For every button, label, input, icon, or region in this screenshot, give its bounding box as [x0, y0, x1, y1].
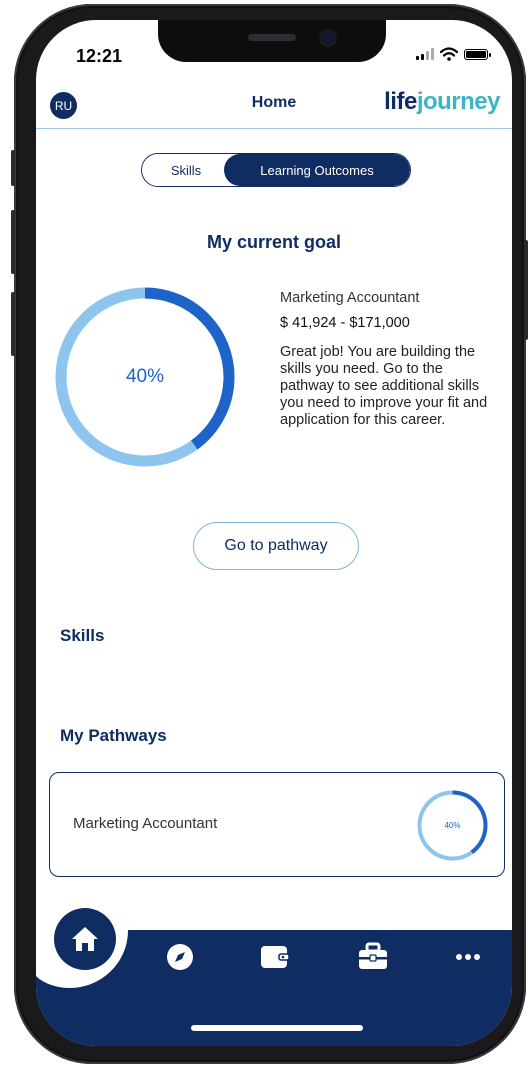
goal-message: Great job! You are building the skills y…	[280, 344, 488, 428]
screen: 12:21 RU Home lifejourney Skills Learnin…	[36, 20, 512, 1046]
more-icon	[456, 954, 480, 960]
wifi-icon	[440, 47, 458, 61]
briefcase-icon	[359, 942, 387, 969]
segment-skills[interactable]: Skills	[142, 154, 230, 186]
tab-wallet[interactable]	[258, 940, 292, 974]
logo-part1: life	[384, 88, 417, 115]
pathway-name: Marketing Accountant	[73, 815, 218, 832]
camera	[321, 31, 335, 45]
logo-part2: journey	[416, 88, 501, 115]
power-button	[524, 240, 528, 340]
segment-learning-outcomes[interactable]: Learning Outcomes	[224, 154, 410, 186]
wallet-icon	[261, 946, 290, 968]
speaker	[248, 34, 296, 41]
status-icons	[416, 47, 491, 61]
status-time: 12:21	[76, 46, 123, 66]
compass-icon	[167, 944, 193, 970]
battery-icon	[464, 48, 491, 60]
app-header: RU Home lifejourney	[36, 84, 512, 129]
home-icon	[72, 927, 98, 951]
goal-progress-label: 40%	[125, 366, 165, 387]
lifejourney-logo: lifejourney	[384, 88, 500, 116]
pathway-card[interactable]: Marketing Accountant 40%	[49, 772, 505, 877]
side-button	[11, 150, 15, 186]
signal-icon	[416, 48, 434, 60]
go-to-pathway-button[interactable]: Go to pathway	[193, 522, 359, 570]
tab-more[interactable]	[451, 940, 485, 974]
volume-up-button	[11, 210, 15, 274]
volume-down-button	[11, 292, 15, 356]
pathway-progress-label: 40%	[444, 821, 461, 830]
goal-section-title: My current goal	[206, 232, 342, 252]
home-indicator[interactable]	[191, 1025, 363, 1031]
notch	[158, 20, 386, 62]
goal-info: Marketing Accountant $ 41,924 - $171,000…	[280, 290, 490, 429]
skills-section-title: Skills	[60, 626, 105, 645]
segmented-control: Skills Learning Outcomes	[141, 153, 411, 187]
goal-career-name: Marketing Accountant	[280, 290, 420, 306]
tab-home[interactable]	[54, 908, 116, 970]
tab-explore[interactable]	[163, 940, 197, 974]
goal-salary: $ 41,924 - $171,000	[280, 315, 410, 331]
tab-career[interactable]	[356, 940, 390, 974]
pathways-section-title: My Pathways	[60, 726, 167, 745]
